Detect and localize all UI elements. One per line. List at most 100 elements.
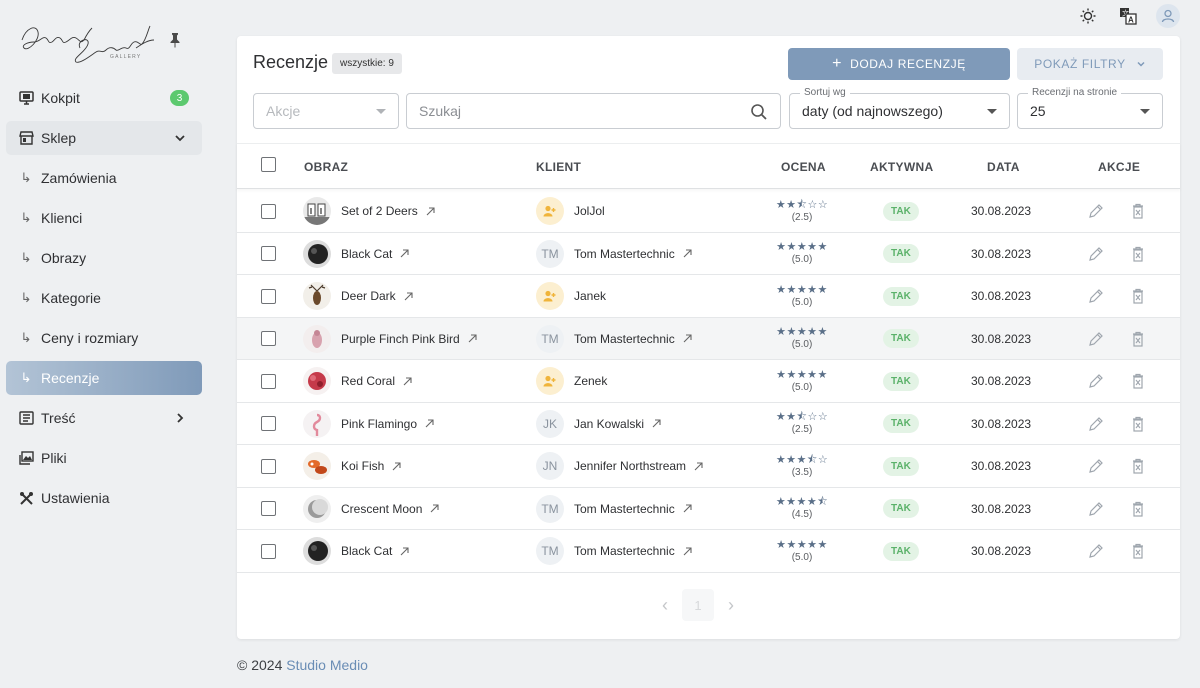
- edit-button[interactable]: [1087, 233, 1105, 275]
- external-link-icon[interactable]: [675, 504, 692, 513]
- row-checkbox[interactable]: [261, 403, 276, 445]
- artwork-name-link[interactable]: Black Cat: [341, 544, 392, 558]
- client-name-link[interactable]: Tom Mastertechnic: [574, 247, 675, 261]
- column-header-active[interactable]: AKTYWNA: [870, 160, 933, 174]
- pin-icon[interactable]: [168, 32, 182, 48]
- edit-button[interactable]: [1087, 190, 1105, 232]
- sidebar-item-sklep[interactable]: Sklep: [6, 121, 202, 155]
- prev-page-button[interactable]: ‹: [662, 595, 668, 616]
- delete-button[interactable]: [1129, 318, 1147, 360]
- delete-button[interactable]: [1129, 445, 1147, 487]
- row-checkbox[interactable]: [261, 190, 276, 232]
- artwork-name-link[interactable]: Koi Fish: [341, 459, 384, 473]
- artwork-name-link[interactable]: Red Coral: [341, 374, 395, 388]
- client-name-link[interactable]: Jennifer Northstream: [574, 459, 686, 473]
- delete-button[interactable]: [1129, 190, 1147, 232]
- edit-button[interactable]: [1087, 530, 1105, 572]
- external-link-icon[interactable]: [396, 291, 413, 301]
- client-name-link[interactable]: Jan Kowalski: [574, 417, 644, 431]
- add-review-button[interactable]: + DODAJ RECENZJĘ: [788, 48, 1010, 80]
- external-link-icon[interactable]: [417, 419, 434, 428]
- sidebar-item-kategorie[interactable]: ↳ Kategorie: [6, 281, 202, 315]
- edit-button[interactable]: [1087, 318, 1105, 360]
- row-checkbox[interactable]: [261, 488, 276, 530]
- theme-toggle-button[interactable]: [1076, 4, 1100, 28]
- table-row[interactable]: Black Cat TM Tom Mastertechnic ★★★★★ (5.…: [237, 233, 1180, 275]
- sidebar-item-klienci[interactable]: ↳ Klienci: [6, 201, 202, 235]
- search-input[interactable]: [419, 103, 719, 119]
- artwork-name-link[interactable]: Pink Flamingo: [341, 417, 417, 431]
- edit-button[interactable]: [1087, 403, 1105, 445]
- row-checkbox[interactable]: [261, 445, 276, 487]
- column-header-date[interactable]: DATA: [987, 160, 1020, 174]
- search-field[interactable]: [406, 93, 781, 129]
- table-row[interactable]: Black Cat TM Tom Mastertechnic ★★★★★ (5.…: [237, 530, 1180, 573]
- sidebar-item-tresc[interactable]: Treść: [6, 401, 202, 435]
- client-name-link[interactable]: Tom Mastertechnic: [574, 502, 675, 516]
- table-row[interactable]: Set of 2 Deers JolJol ★★⯪☆☆ (2.5) TAK 30…: [237, 190, 1180, 233]
- delete-button[interactable]: [1129, 530, 1147, 572]
- row-checkbox[interactable]: [261, 360, 276, 402]
- client-name-link[interactable]: Tom Mastertechnic: [574, 332, 675, 346]
- delete-button[interactable]: [1129, 488, 1147, 530]
- external-link-icon[interactable]: [460, 334, 477, 343]
- page-button-current[interactable]: 1: [682, 589, 714, 621]
- external-link-icon[interactable]: [686, 461, 703, 471]
- select-all-checkbox[interactable]: [261, 157, 276, 172]
- show-filters-button[interactable]: POKAŻ FILTRY: [1017, 48, 1163, 80]
- artwork-name-link[interactable]: Crescent Moon: [341, 502, 422, 516]
- sort-select[interactable]: Sortuj wg daty (od najnowszego): [789, 87, 1010, 129]
- external-link-icon[interactable]: [675, 334, 692, 343]
- client-name-link[interactable]: Tom Mastertechnic: [574, 544, 675, 558]
- search-icon[interactable]: [750, 103, 768, 121]
- row-checkbox[interactable]: [261, 530, 276, 572]
- edit-button[interactable]: [1087, 275, 1105, 317]
- table-row[interactable]: Pink Flamingo JK Jan Kowalski ★★⯪☆☆ (2.5…: [237, 403, 1180, 445]
- external-link-icon[interactable]: [392, 249, 409, 258]
- row-checkbox[interactable]: [261, 233, 276, 275]
- language-button[interactable]: 文A: [1116, 4, 1140, 28]
- sidebar-item-obrazy[interactable]: ↳ Obrazy: [6, 241, 202, 275]
- delete-button[interactable]: [1129, 360, 1147, 402]
- artwork-name-link[interactable]: Purple Finch Pink Bird: [341, 332, 460, 346]
- client-name-link[interactable]: Janek: [574, 289, 606, 303]
- artwork-name-link[interactable]: Deer Dark: [341, 289, 396, 303]
- row-checkbox[interactable]: [261, 318, 276, 360]
- delete-button[interactable]: [1129, 275, 1147, 317]
- external-link-icon[interactable]: [675, 546, 692, 556]
- row-checkbox[interactable]: [261, 275, 276, 317]
- delete-button[interactable]: [1129, 233, 1147, 275]
- sidebar-item-ceny[interactable]: ↳ Ceny i rozmiary: [6, 321, 202, 355]
- table-row[interactable]: Deer Dark Janek ★★★★★ (5.0) TAK 30.08.20…: [237, 275, 1180, 318]
- sidebar-item-kokpit[interactable]: Kokpit 3: [6, 81, 202, 115]
- delete-button[interactable]: [1129, 403, 1147, 445]
- external-link-icon[interactable]: [675, 249, 692, 258]
- next-page-button[interactable]: ›: [728, 595, 734, 616]
- table-row[interactable]: Koi Fish JN Jennifer Northstream ★★★⯪☆ (…: [237, 445, 1180, 488]
- sidebar-item-pliki[interactable]: Pliki: [6, 441, 202, 475]
- per-page-select[interactable]: Recenzji na stronie 25: [1017, 87, 1163, 129]
- column-header-image[interactable]: OBRAZ: [304, 160, 348, 174]
- artwork-name-link[interactable]: Black Cat: [341, 247, 392, 261]
- external-link-icon[interactable]: [384, 461, 401, 471]
- user-account-button[interactable]: [1156, 4, 1180, 28]
- table-row[interactable]: Crescent Moon TM Tom Mastertechnic ★★★★⯪…: [237, 488, 1180, 530]
- brand-logo[interactable]: GALLERY: [18, 18, 158, 70]
- table-row[interactable]: Purple Finch Pink Bird TM Tom Mastertech…: [237, 317, 1180, 360]
- external-link-icon[interactable]: [422, 504, 439, 513]
- client-name-link[interactable]: Zenek: [574, 374, 607, 388]
- artwork-name-link[interactable]: Set of 2 Deers: [341, 204, 418, 218]
- sidebar-item-recenzje[interactable]: ↳ Recenzje: [6, 361, 202, 395]
- bulk-actions-select[interactable]: Akcje: [253, 93, 399, 129]
- sidebar-item-ustawienia[interactable]: Ustawienia: [6, 481, 202, 515]
- external-link-icon[interactable]: [644, 419, 661, 428]
- sidebar-item-zamowienia[interactable]: ↳ Zamówienia: [6, 161, 202, 195]
- column-header-rating[interactable]: OCENA: [781, 160, 826, 174]
- external-link-icon[interactable]: [395, 376, 412, 386]
- edit-button[interactable]: [1087, 445, 1105, 487]
- table-row[interactable]: Red Coral Zenek ★★★★★ (5.0) TAK 30.08.20…: [237, 360, 1180, 403]
- footer-company-link[interactable]: Studio Medio: [286, 657, 368, 673]
- edit-button[interactable]: [1087, 360, 1105, 402]
- edit-button[interactable]: [1087, 488, 1105, 530]
- external-link-icon[interactable]: [418, 206, 435, 216]
